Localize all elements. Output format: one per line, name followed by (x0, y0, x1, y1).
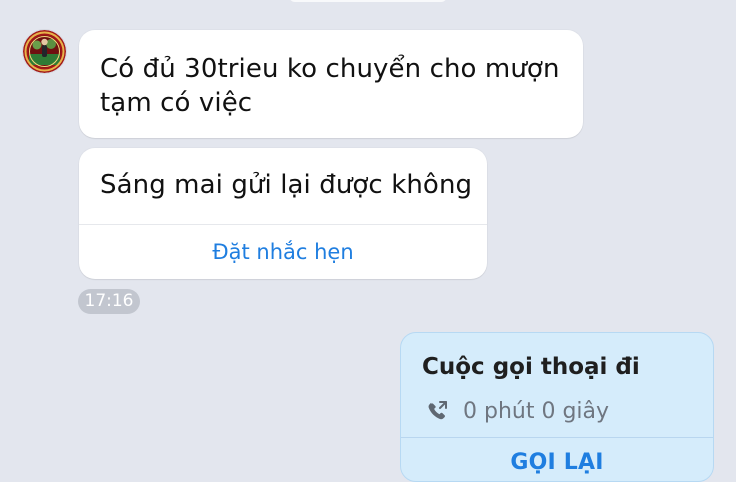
call-duration-text: 0 phút 0 giây (463, 398, 610, 424)
set-reminder-button[interactable]: Đặt nhắc hẹn (79, 225, 487, 279)
call-card-divider (401, 437, 713, 438)
profile-avatar-icon (23, 30, 66, 73)
call-back-button[interactable]: GỌI LẠI (401, 448, 713, 478)
call-duration: 0 phút 0 giây (425, 395, 609, 427)
message-text: Có đủ 30trieu ko chuyển cho mượn tạm có … (100, 54, 560, 118)
phone-outgoing-icon (425, 399, 449, 423)
message-text: Sáng mai gửi lại được không (100, 170, 473, 200)
incoming-message-bubble[interactable]: Có đủ 30trieu ko chuyển cho mượn tạm có … (79, 30, 583, 138)
message-timestamp: 17:16 (78, 289, 140, 314)
contact-avatar[interactable] (23, 30, 66, 73)
incoming-message-bubble[interactable]: Sáng mai gửi lại được không Đặt nhắc hẹn (79, 148, 487, 279)
call-card-title: Cuộc gọi thoại đi (422, 354, 640, 380)
previous-message-stub (289, 0, 447, 2)
